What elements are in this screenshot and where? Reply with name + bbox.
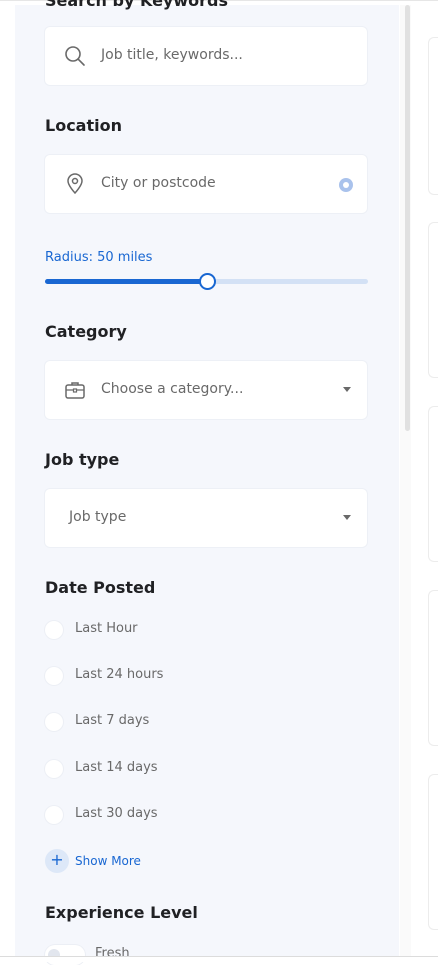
plus-icon: + xyxy=(45,849,69,873)
search-section-title: Search by Keywords xyxy=(45,0,228,10)
job-type-label: Job type xyxy=(45,450,120,469)
chevron-down-icon xyxy=(343,515,351,520)
radio-label: Last 24 hours xyxy=(75,667,164,682)
radio-label: Last 30 days xyxy=(75,806,158,821)
radius-slider-handle[interactable] xyxy=(198,273,216,290)
radius-slider[interactable] xyxy=(45,273,368,290)
job-type-selected: Job type xyxy=(69,509,127,525)
bottom-border xyxy=(0,956,438,962)
category-label: Category xyxy=(45,322,127,341)
location-field[interactable]: City or postcode xyxy=(45,155,367,213)
radius-slider-fill xyxy=(45,279,207,284)
job-type-select[interactable]: Job type xyxy=(45,489,367,547)
job-card-edge[interactable] xyxy=(428,774,438,930)
radio-button[interactable] xyxy=(45,760,63,778)
briefcase-icon xyxy=(63,378,87,402)
location-label: Location xyxy=(45,116,122,135)
filter-sidebar: Search by Keywords Job title, keywords..… xyxy=(15,0,399,965)
radio-button[interactable] xyxy=(45,713,63,731)
radio-label: Last 7 days xyxy=(75,713,150,728)
show-more-label: Show More xyxy=(75,854,141,868)
radio-button[interactable] xyxy=(45,806,63,824)
keyword-search-field[interactable]: Job title, keywords... xyxy=(45,27,367,85)
experience-level-label: Experience Level xyxy=(45,903,198,922)
job-card-edge[interactable] xyxy=(428,222,438,378)
map-pin-icon xyxy=(63,172,87,196)
radio-button[interactable] xyxy=(45,621,63,639)
job-card-edge[interactable] xyxy=(428,406,438,562)
job-card-edge[interactable] xyxy=(428,37,438,195)
fresh-toggle[interactable] xyxy=(45,945,85,965)
radio-button[interactable] xyxy=(45,667,63,685)
sidebar-scrollbar-thumb[interactable] xyxy=(405,5,410,431)
job-card-edge[interactable] xyxy=(428,590,438,746)
radio-label: Last 14 days xyxy=(75,760,158,775)
locate-icon[interactable] xyxy=(339,177,353,192)
search-icon xyxy=(63,44,87,68)
chevron-down-icon xyxy=(343,387,351,392)
keyword-search-placeholder: Job title, keywords... xyxy=(101,47,243,63)
location-placeholder: City or postcode xyxy=(101,175,216,191)
radius-label: Radius: 50 miles xyxy=(45,250,153,265)
radio-label: Last Hour xyxy=(75,621,138,636)
date-posted-label: Date Posted xyxy=(45,578,156,597)
category-select[interactable]: Choose a category... xyxy=(45,361,367,419)
category-placeholder: Choose a category... xyxy=(101,381,244,397)
